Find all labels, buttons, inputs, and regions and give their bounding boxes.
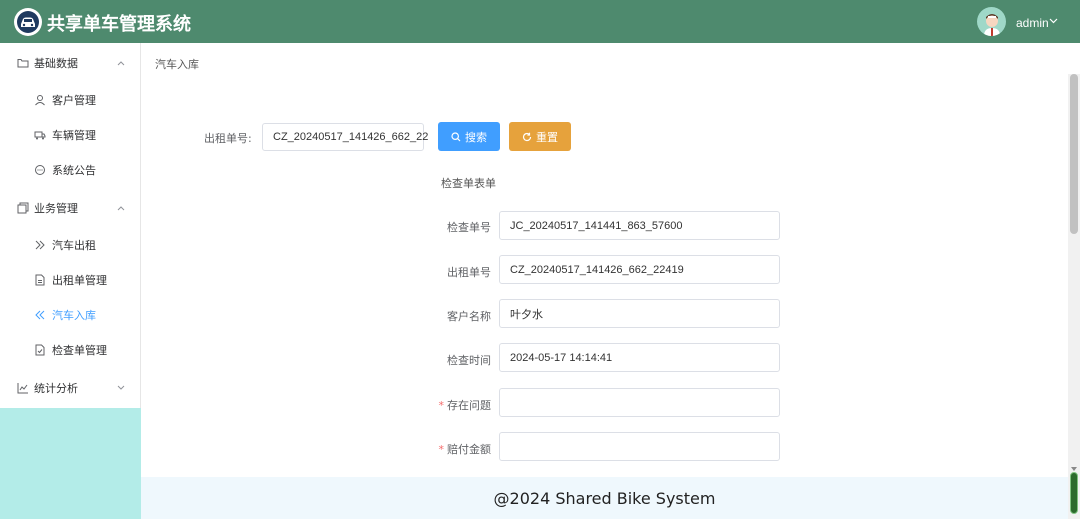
sidebar-item-car-rent[interactable]: 汽车出租 bbox=[0, 227, 140, 262]
order-number-label: 出租单号: bbox=[204, 132, 252, 145]
required-mark: * bbox=[438, 399, 445, 412]
field-label-inspection-time: 检查时间 bbox=[447, 354, 491, 367]
sidebar-item-inspection-orders[interactable]: 检查单管理 bbox=[0, 332, 140, 367]
chevron-up-icon bbox=[117, 60, 125, 65]
field-label-customer-name: 客户名称 bbox=[447, 310, 491, 323]
scroll-down-icon[interactable] bbox=[1071, 467, 1077, 471]
sidebar-group-business[interactable]: 业务管理 bbox=[0, 190, 140, 225]
sidebar-group-basic-data[interactable]: 基础数据 bbox=[0, 45, 140, 80]
sidebar-group-label: 基础数据 bbox=[34, 56, 78, 70]
sidebar-item-customer[interactable]: 客户管理 bbox=[0, 82, 140, 117]
search-button[interactable]: 搜索 bbox=[438, 122, 500, 151]
field-label-rent-no: 出租单号 bbox=[447, 266, 491, 279]
sidebar-item-label: 系统公告 bbox=[52, 163, 96, 177]
field-label-inspection-no: 检查单号 bbox=[447, 221, 491, 234]
car-logo-icon bbox=[14, 8, 42, 36]
sidebar-item-rent-orders[interactable]: 出租单管理 bbox=[0, 262, 140, 297]
breadcrumb: 汽车入库 bbox=[155, 58, 199, 71]
app-title: 共享单车管理系统 bbox=[47, 14, 191, 35]
field-label-problems: * 存在问题 bbox=[438, 399, 492, 412]
sidebar-filler bbox=[0, 408, 141, 519]
required-mark: * bbox=[438, 443, 445, 456]
top-header: 共享单车管理系统 admin bbox=[0, 0, 1080, 43]
copy-icon bbox=[17, 202, 29, 213]
sidebar-item-label: 客户管理 bbox=[52, 93, 96, 107]
sidebar-item-label: 车辆管理 bbox=[52, 128, 96, 142]
inspection-no-field[interactable]: JC_20240517_141441_863_57600 bbox=[499, 211, 780, 240]
sidebar-item-car-return[interactable]: 汽车入库 bbox=[0, 297, 140, 332]
search-button-label: 搜索 bbox=[465, 130, 487, 144]
order-number-input[interactable]: CZ_20240517_141426_662_22 bbox=[262, 123, 428, 151]
document-check-icon bbox=[35, 344, 45, 355]
sidebar-item-label: 检查单管理 bbox=[52, 343, 107, 357]
footer: @2024 Shared Bike System bbox=[141, 477, 1068, 519]
sidebar-group-label: 统计分析 bbox=[34, 381, 78, 395]
scrollbar[interactable] bbox=[1068, 74, 1080, 519]
reset-button[interactable]: 重置 bbox=[509, 122, 571, 151]
document-icon bbox=[35, 274, 45, 285]
chevron-down-icon bbox=[117, 385, 125, 390]
sidebar-group-statistics[interactable]: 统计分析 bbox=[0, 370, 140, 405]
compensation-field[interactable] bbox=[499, 432, 780, 461]
sidebar-item-vehicle[interactable]: 车辆管理 bbox=[0, 117, 140, 152]
chevron-down-icon[interactable] bbox=[1049, 18, 1058, 24]
folder-icon bbox=[17, 58, 29, 67]
refresh-icon bbox=[522, 132, 532, 141]
sidebar-item-announcement[interactable]: 系统公告 bbox=[0, 152, 140, 187]
sidebar-item-label: 出租单管理 bbox=[52, 273, 107, 287]
user-icon bbox=[35, 94, 45, 105]
customer-name-field[interactable]: 叶夕水 bbox=[499, 299, 780, 328]
user-name[interactable]: admin bbox=[1016, 16, 1049, 30]
rent-no-field[interactable]: CZ_20240517_141426_662_22419 bbox=[499, 255, 780, 284]
chat-icon bbox=[35, 164, 45, 175]
sidebar-group-label: 业务管理 bbox=[34, 201, 78, 215]
field-label-compensation: * 赔付金额 bbox=[438, 443, 492, 456]
sidebar-item-label: 汽车入库 bbox=[52, 308, 96, 322]
truck-icon bbox=[34, 131, 46, 139]
problems-field[interactable] bbox=[499, 388, 780, 417]
reset-button-label: 重置 bbox=[536, 130, 558, 144]
form-title: 检查单表单 bbox=[441, 177, 496, 190]
search-icon bbox=[451, 131, 461, 141]
chevron-up-icon bbox=[117, 205, 125, 210]
double-right-icon bbox=[35, 240, 45, 249]
avatar[interactable] bbox=[977, 7, 1006, 36]
chart-icon bbox=[17, 382, 28, 393]
sidebar-item-label: 汽车出租 bbox=[52, 238, 96, 252]
scroll-indicator bbox=[1070, 472, 1078, 514]
double-left-icon bbox=[35, 310, 45, 319]
inspection-time-field[interactable]: 2024-05-17 14:14:41 bbox=[499, 343, 780, 372]
scroll-thumb[interactable] bbox=[1070, 74, 1078, 234]
